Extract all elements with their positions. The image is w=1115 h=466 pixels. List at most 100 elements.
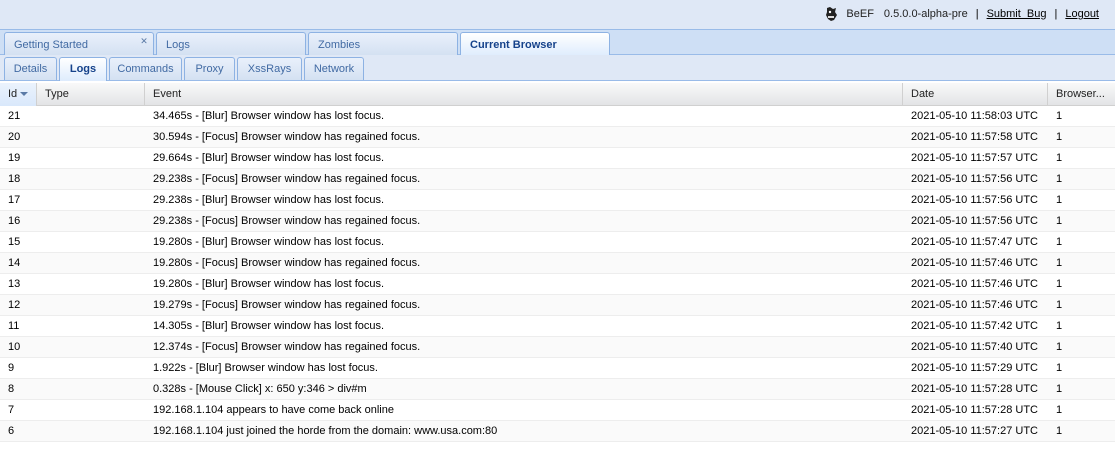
cell-id: 14: [8, 257, 21, 269]
separator: |: [975, 8, 979, 20]
tab-current-browser[interactable]: Current Browser: [460, 32, 610, 56]
table-row[interactable]: 10 12.374s - [Focus] Browser window has r…: [0, 337, 1115, 358]
sub-tab-bar: Details Logs Commands Proxy XssRays Netw…: [0, 55, 1115, 81]
column-label: Id: [8, 88, 18, 100]
table-row[interactable]: 16 29.238s - [Focus] Browser window has r…: [0, 211, 1115, 232]
subtab-proxy[interactable]: Proxy: [184, 57, 235, 80]
cell-id: 21: [8, 110, 21, 122]
beef-cow-icon: [824, 6, 838, 22]
table-row[interactable]: 18 29.238s - [Focus] Browser window has r…: [0, 169, 1115, 190]
cell-type: [37, 358, 145, 379]
cell-event: 29.664s - [Blur] Browser window has lost…: [153, 152, 385, 164]
table-row[interactable]: 11 14.305s - [Blur] Browser window has lo…: [0, 316, 1115, 337]
table-row[interactable]: 19 29.664s - [Blur] Browser window has lo…: [0, 148, 1115, 169]
tab-logs[interactable]: Logs: [156, 32, 306, 55]
cell-date: 2021-05-10 11:57:29 UTC: [911, 362, 1038, 374]
cell-date: 2021-05-10 11:57:46 UTC: [911, 278, 1038, 290]
cell-date: 2021-05-10 11:57:56 UTC: [911, 194, 1038, 206]
table-row[interactable]: 21 34.465s - [Blur] Browser window has lo…: [0, 106, 1115, 127]
table-row[interactable]: 14 19.280s - [Focus] Browser window has r…: [0, 253, 1115, 274]
cell-type: [37, 211, 145, 232]
tab-label: Zombies: [318, 39, 361, 51]
app-version: 0.5.0.0-alpha-pre: [883, 8, 968, 20]
subtab-details[interactable]: Details: [4, 57, 57, 80]
column-label: Event: [153, 88, 182, 100]
logout-link[interactable]: Logout: [1065, 8, 1099, 20]
cell-date: 2021-05-10 11:57:46 UTC: [911, 299, 1038, 311]
cell-event: 0.328s - [Mouse Click] x: 650 y:346 > di…: [153, 383, 367, 395]
separator: |: [1054, 8, 1058, 20]
subtab-label: Details: [13, 63, 48, 75]
cell-event: 1.922s - [Blur] Browser window has lost …: [153, 362, 378, 374]
cell-type: [37, 190, 145, 211]
cell-browser: 1: [1056, 404, 1063, 416]
cell-type: [37, 253, 145, 274]
cell-browser: 1: [1056, 173, 1063, 185]
app-header: BeEF 0.5.0.0-alpha-pre | Submit Bug | Lo…: [0, 0, 1115, 30]
table-row[interactable]: 6 192.168.1.104 just joined the horde fro…: [0, 421, 1115, 442]
table-row[interactable]: 12 19.279s - [Focus] Browser window has r…: [0, 295, 1115, 316]
column-header-event[interactable]: Event: [145, 83, 903, 106]
cell-browser: 1: [1056, 425, 1063, 437]
cell-id: 13: [8, 278, 21, 290]
table-row[interactable]: 8 0.328s - [Mouse Click] x: 650 y:346 > d…: [0, 379, 1115, 400]
cell-id: 12: [8, 299, 21, 311]
column-header-browser[interactable]: Browser...: [1048, 83, 1115, 106]
cell-type: [37, 421, 145, 442]
cell-type: [37, 295, 145, 316]
tab-getting-started[interactable]: Getting Started ✕: [4, 32, 154, 55]
column-header-id[interactable]: Id: [0, 83, 37, 106]
cell-id: 20: [8, 131, 21, 143]
subtab-label: Logs: [69, 63, 97, 75]
cell-id: 15: [8, 236, 21, 248]
table-row[interactable]: 9 1.922s - [Blur] Browser window has lost…: [0, 358, 1115, 379]
cell-browser: 1: [1056, 236, 1063, 248]
subtab-label: Commands: [117, 63, 174, 75]
cell-id: 17: [8, 194, 21, 206]
cell-date: 2021-05-10 11:57:56 UTC: [911, 215, 1038, 227]
cell-event: 19.280s - [Blur] Browser window has lost…: [153, 278, 385, 290]
cell-date: 2021-05-10 11:57:57 UTC: [911, 152, 1038, 164]
column-header-type[interactable]: Type: [37, 83, 145, 106]
table-row[interactable]: 7 192.168.1.104 appears to have come back…: [0, 400, 1115, 421]
cell-event: 29.238s - [Blur] Browser window has lost…: [153, 194, 385, 206]
subtab-xssrays[interactable]: XssRays: [237, 57, 302, 80]
cell-event: 14.305s - [Blur] Browser window has lost…: [153, 320, 385, 332]
subtab-logs[interactable]: Logs: [59, 57, 107, 81]
column-label: Type: [45, 88, 69, 100]
table-row[interactable]: 13 19.280s - [Blur] Browser window has lo…: [0, 274, 1115, 295]
cell-browser: 1: [1056, 341, 1063, 353]
cell-type: [37, 169, 145, 190]
cell-date: 2021-05-10 11:57:47 UTC: [911, 236, 1038, 248]
grid-header: Id Type Event Date Browser...: [0, 83, 1115, 106]
cell-event: 12.374s - [Focus] Browser window has reg…: [153, 341, 421, 353]
cell-id: 16: [8, 215, 21, 227]
close-icon[interactable]: ✕: [139, 37, 149, 47]
app-name: BeEF: [846, 8, 874, 20]
cell-event: 192.168.1.104 appears to have come back …: [153, 404, 394, 416]
subtab-commands[interactable]: Commands: [109, 57, 182, 80]
cell-event: 29.238s - [Focus] Browser window has reg…: [153, 215, 421, 227]
cell-id: 11: [8, 320, 20, 332]
grid-body: 21 34.465s - [Blur] Browser window has lo…: [0, 106, 1115, 442]
cell-id: 7: [8, 404, 15, 416]
subtab-network[interactable]: Network: [304, 57, 364, 80]
tab-zombies[interactable]: Zombies: [308, 32, 458, 55]
cell-browser: 1: [1056, 194, 1063, 206]
cell-id: 19: [8, 152, 21, 164]
cell-type: [37, 274, 145, 295]
cell-browser: 1: [1056, 383, 1063, 395]
table-row[interactable]: 15 19.280s - [Blur] Browser window has lo…: [0, 232, 1115, 253]
cell-type: [37, 106, 145, 127]
submit-bug-link[interactable]: Submit Bug: [987, 8, 1047, 20]
cell-browser: 1: [1056, 278, 1063, 290]
column-header-date[interactable]: Date: [903, 83, 1048, 106]
table-row[interactable]: 20 30.594s - [Focus] Browser window has r…: [0, 127, 1115, 148]
cell-id: 8: [8, 383, 15, 395]
cell-browser: 1: [1056, 320, 1063, 332]
cell-event: 19.279s - [Focus] Browser window has reg…: [153, 299, 421, 311]
table-row[interactable]: 17 29.238s - [Blur] Browser window has lo…: [0, 190, 1115, 211]
cell-browser: 1: [1056, 362, 1063, 374]
cell-type: [37, 232, 145, 253]
main-tab-bar: Getting Started ✕ Logs Zombies Current B…: [0, 30, 1115, 56]
